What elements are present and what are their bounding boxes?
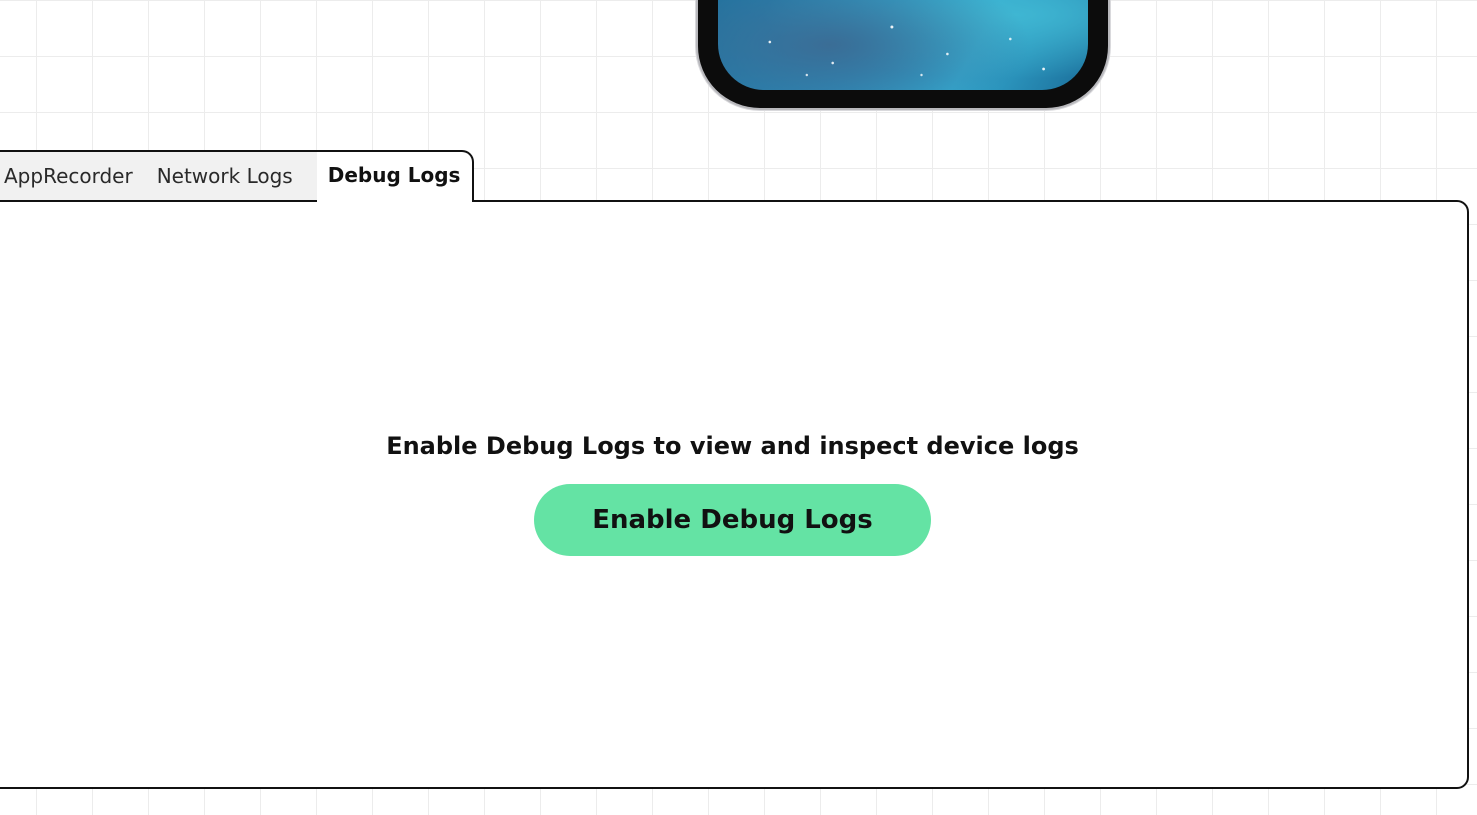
tab-debug-logs-label: Debug Logs <box>327 163 461 187</box>
device-screen <box>718 0 1088 90</box>
tab-network-logs[interactable]: Network Logs <box>145 164 305 188</box>
debug-logs-panel: Enable Debug Logs to view and inspect de… <box>0 200 1469 789</box>
tab-debug-logs[interactable]: Debug Logs <box>316 150 475 204</box>
tab-bar: AppRecorder Network Logs Debug Logs <box>0 150 475 204</box>
inactive-tabs: AppRecorder Network Logs <box>0 150 319 202</box>
tab-apprecorder[interactable]: AppRecorder <box>4 164 145 188</box>
panel-message: Enable Debug Logs to view and inspect de… <box>386 432 1079 460</box>
enable-debug-logs-button[interactable]: Enable Debug Logs <box>534 484 931 556</box>
device-preview <box>698 0 1108 108</box>
panel-content: Enable Debug Logs to view and inspect de… <box>0 432 1467 556</box>
